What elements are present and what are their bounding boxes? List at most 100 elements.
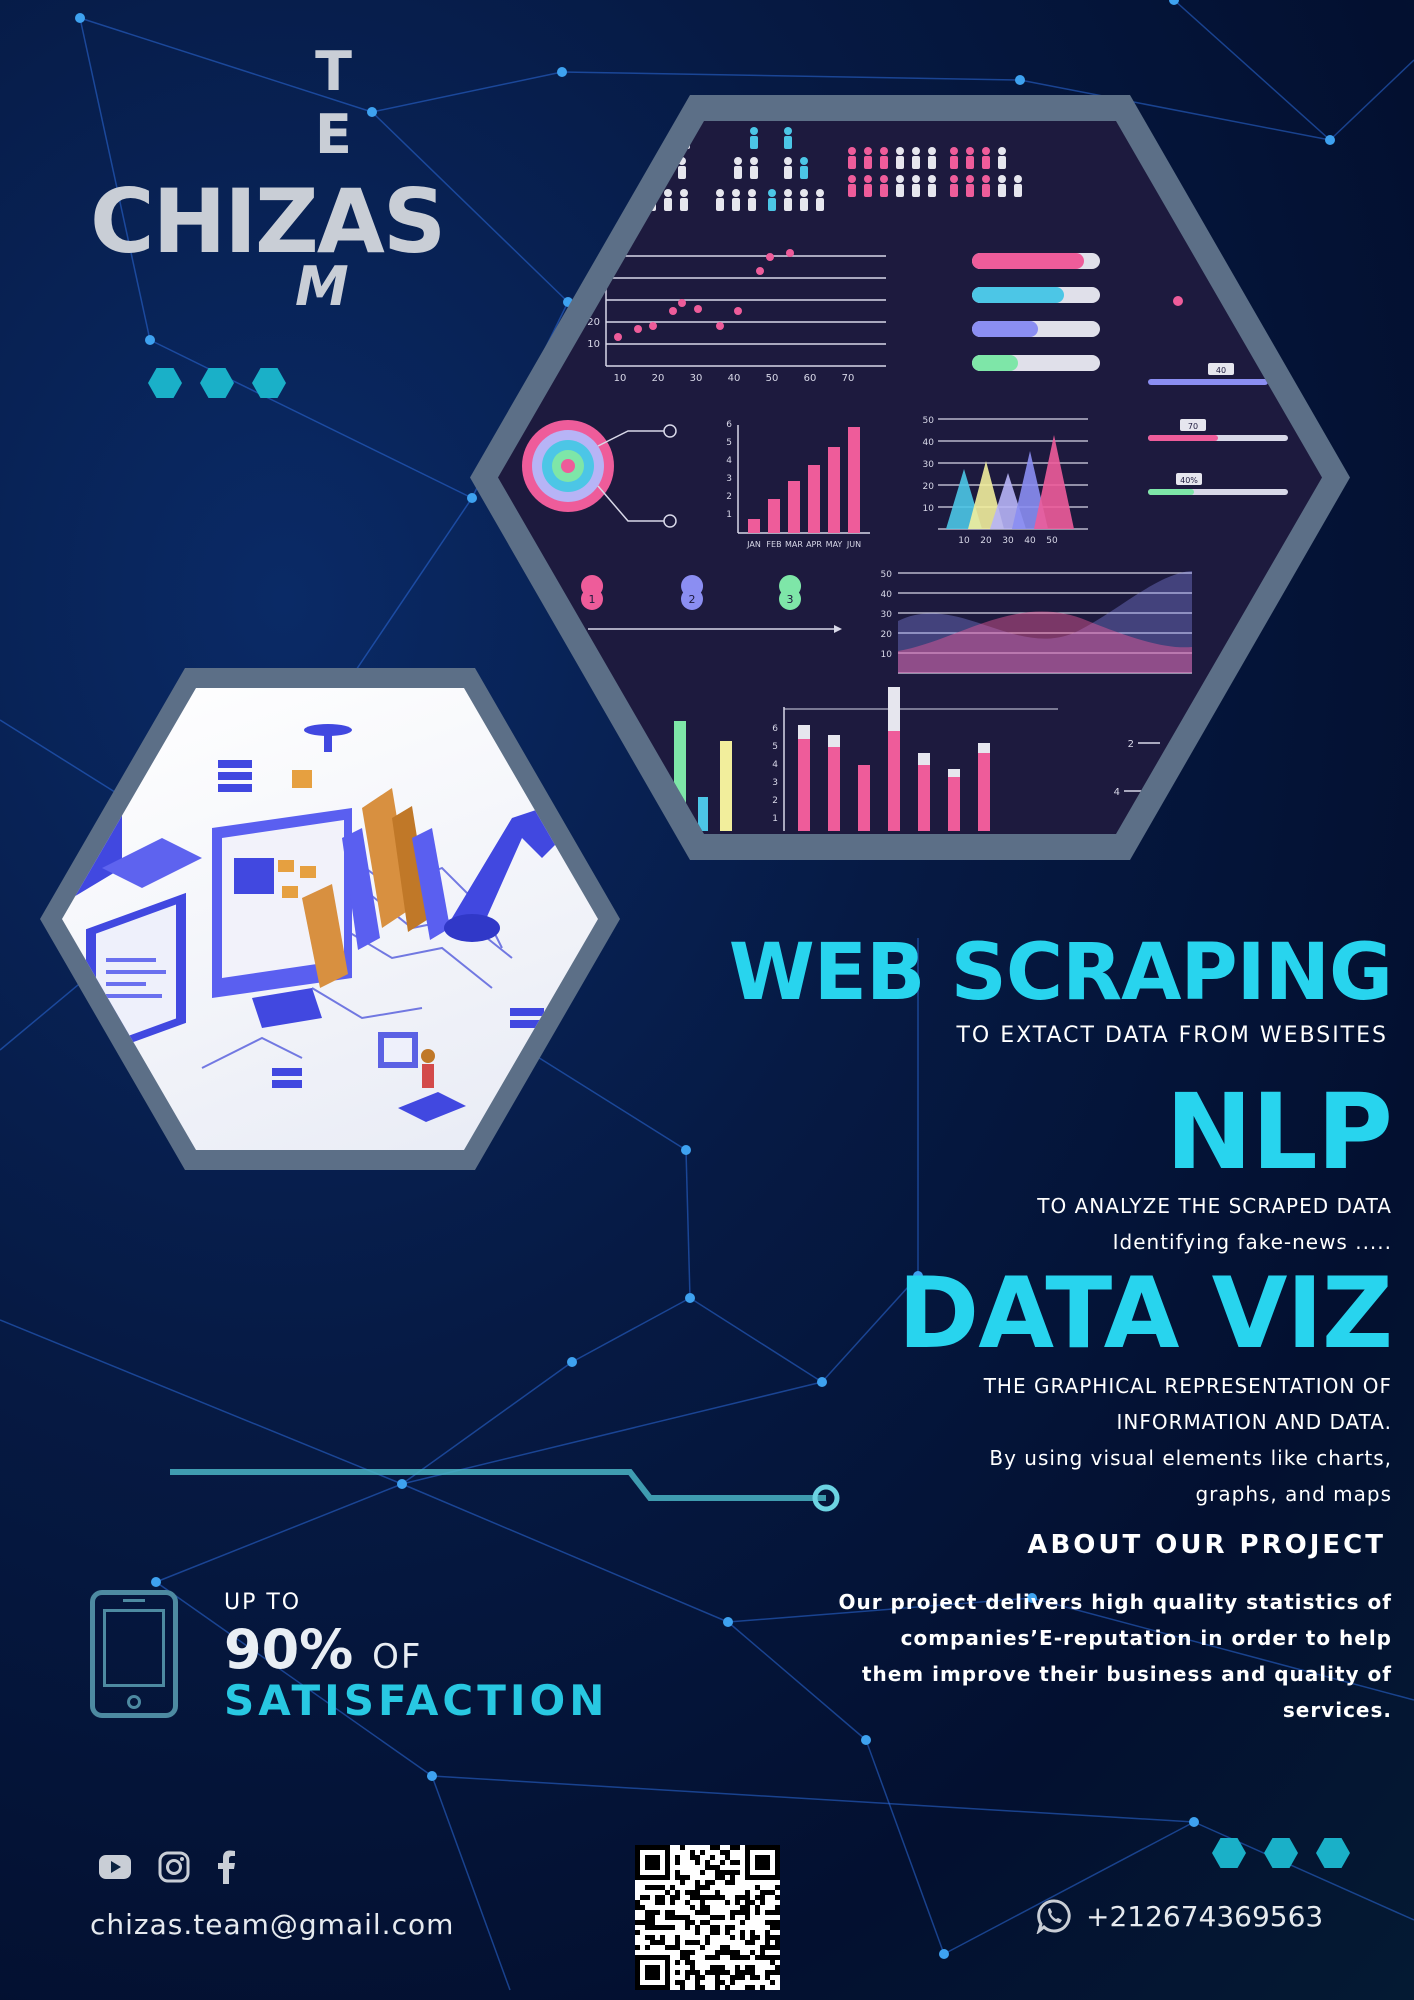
qr-module	[700, 1850, 705, 1855]
qr-module	[750, 1965, 755, 1970]
qr-module	[745, 1895, 750, 1900]
qr-module	[640, 1895, 645, 1900]
qr-module	[760, 1955, 765, 1960]
hex-dot	[200, 368, 234, 398]
lower-y-tick: 4	[772, 760, 778, 770]
badge-label: 40%	[1180, 476, 1198, 485]
service-subtitle: TO EXTACT DATA FROM WEBSITES	[956, 1023, 1388, 1048]
qr-module	[675, 1875, 680, 1880]
qr-module	[645, 1920, 650, 1925]
qr-module	[690, 1920, 695, 1925]
month-bar	[848, 427, 860, 533]
qr-module	[720, 1970, 725, 1975]
qr-module	[770, 1945, 775, 1950]
qr-module	[755, 1975, 760, 1980]
qr-module	[685, 1890, 690, 1895]
qr-module	[705, 1895, 710, 1900]
qr-module	[685, 1940, 690, 1945]
month-bar-chart: JAN FEB MAR APR MAY JUN 1 2 3 4 5 6	[726, 420, 870, 549]
youtube-icon[interactable]	[98, 1854, 132, 1880]
qr-module	[760, 1950, 765, 1955]
logo-vertical-text: TE	[302, 40, 365, 166]
qr-module	[710, 1970, 715, 1975]
qr-module	[690, 1895, 695, 1900]
qr-module	[725, 1850, 730, 1855]
qr-module	[745, 1890, 750, 1895]
lower-bar-cap	[828, 735, 840, 747]
qr-module	[680, 1880, 685, 1885]
qr-module	[715, 1845, 720, 1850]
qr-module	[735, 1970, 740, 1975]
qr-module	[730, 1880, 735, 1885]
qr-module	[750, 1970, 755, 1975]
satisfaction-word: SATISFACTION	[224, 1676, 609, 1725]
qr-module	[700, 1870, 705, 1875]
side-tick: 4	[1114, 787, 1120, 798]
hex-dot	[1316, 1838, 1350, 1868]
qr-module	[680, 1875, 685, 1880]
qr-module	[725, 1870, 730, 1875]
whatsapp-contact[interactable]: +212674369563	[1036, 1898, 1323, 1934]
month-y-tick: 5	[726, 438, 732, 448]
qr-module	[735, 1895, 740, 1900]
qr-module	[765, 1945, 770, 1950]
qr-module	[660, 1900, 665, 1905]
qr-module	[660, 1925, 665, 1930]
qr-module	[695, 1860, 700, 1865]
scatter-x-tick: 30	[690, 373, 703, 384]
qr-module	[770, 1970, 775, 1975]
scatter-x-tick: 70	[842, 373, 855, 384]
email-address[interactable]: chizas.team@gmail.com	[90, 1908, 454, 1941]
qr-module	[735, 1870, 740, 1875]
scatter-x-tick: 50	[766, 373, 779, 384]
qr-module	[695, 1880, 700, 1885]
qr-module	[695, 1930, 700, 1935]
phone-number: +212674369563	[1086, 1899, 1324, 1933]
month-y-tick: 2	[726, 492, 732, 502]
scatter-point	[649, 322, 657, 330]
qr-finder	[755, 1855, 770, 1870]
qr-module	[665, 1945, 670, 1950]
qr-module	[685, 1970, 690, 1975]
qr-module	[775, 1920, 780, 1925]
qr-module	[770, 1960, 775, 1965]
qr-module	[745, 1940, 750, 1945]
qr-module	[735, 1845, 740, 1850]
qr-module	[700, 1920, 705, 1925]
peak-x-tick: 10	[958, 536, 970, 546]
qr-module	[645, 1945, 650, 1950]
qr-module	[690, 1890, 695, 1895]
qr-module	[755, 1910, 760, 1915]
lower-bar	[888, 731, 900, 831]
qr-module	[660, 1885, 665, 1890]
qr-module	[705, 1905, 710, 1910]
qr-module	[690, 1940, 695, 1945]
qr-module	[715, 1930, 720, 1935]
qr-module	[695, 1970, 700, 1975]
lower-bar-cap	[888, 687, 900, 731]
hex-dot	[1212, 1838, 1246, 1868]
qr-module	[675, 1945, 680, 1950]
scatter-point	[766, 253, 774, 261]
qr-module	[765, 1890, 770, 1895]
qr-module	[660, 1895, 665, 1900]
qr-module	[705, 1880, 710, 1885]
qr-module	[675, 1890, 680, 1895]
qr-module	[665, 1915, 670, 1920]
lower-bar-cap	[918, 753, 930, 765]
qr-module	[735, 1965, 740, 1970]
qr-module	[735, 1910, 740, 1915]
service-nlp: NLP TO ANALYZE THE SCRAPED DATA Identify…	[1037, 1076, 1393, 1260]
instagram-icon[interactable]	[158, 1851, 190, 1883]
qr-module	[645, 1910, 650, 1915]
qr-module	[725, 1950, 730, 1955]
month-y-tick: 1	[726, 510, 732, 520]
qr-module	[700, 1905, 705, 1910]
qr-module	[640, 1920, 645, 1925]
qr-module	[705, 1865, 710, 1870]
month-bar	[748, 519, 760, 533]
qr-module	[760, 1945, 765, 1950]
qr-module	[770, 1925, 775, 1930]
qr-module	[735, 1950, 740, 1955]
facebook-icon[interactable]	[216, 1850, 236, 1884]
